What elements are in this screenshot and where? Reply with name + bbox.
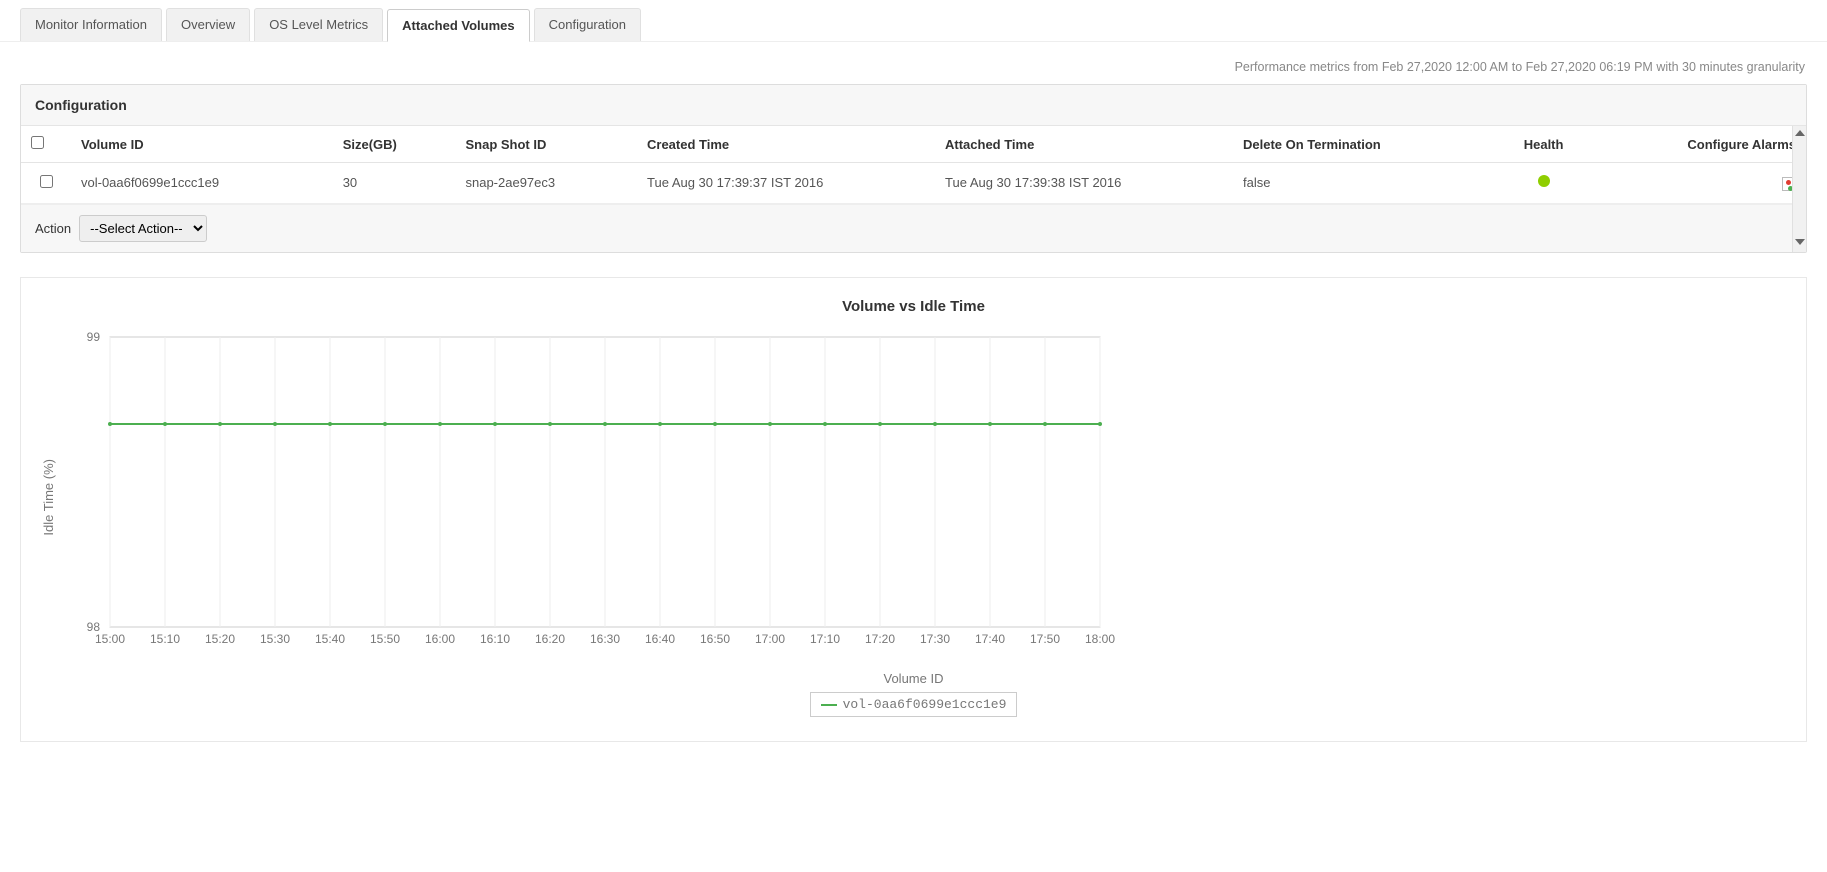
configuration-panel: Configuration Volume ID Size(GB) Snap Sh… — [20, 84, 1807, 253]
cell-created-time: Tue Aug 30 17:39:37 IST 2016 — [637, 163, 935, 204]
header-delete-on-termination: Delete On Termination — [1233, 126, 1494, 163]
svg-text:17:00: 17:00 — [755, 632, 785, 646]
header-checkbox-cell — [21, 126, 71, 163]
svg-text:16:30: 16:30 — [590, 632, 620, 646]
metrics-time-range: Performance metrics from Feb 27,2020 12:… — [0, 42, 1827, 84]
cell-volume-id: vol-0aa6f0699e1ccc1e9 — [71, 163, 333, 204]
chart-x-axis-label: Volume ID — [41, 671, 1786, 686]
tab-monitor-information[interactable]: Monitor Information — [20, 8, 162, 41]
svg-text:15:40: 15:40 — [315, 632, 345, 646]
cell-configure-alarms — [1593, 163, 1806, 204]
svg-text:15:50: 15:50 — [370, 632, 400, 646]
select-all-checkbox[interactable] — [31, 136, 44, 149]
action-label: Action — [35, 221, 71, 236]
tab-os-level-metrics[interactable]: OS Level Metrics — [254, 8, 383, 41]
scroll-up-icon[interactable] — [1795, 130, 1805, 136]
chart-row: Idle Time (%) 15:0015:1015:2015:3015:401… — [41, 327, 1786, 667]
header-attached-time: Attached Time — [935, 126, 1233, 163]
svg-text:15:20: 15:20 — [205, 632, 235, 646]
cell-size: 30 — [333, 163, 456, 204]
svg-text:16:00: 16:00 — [425, 632, 455, 646]
header-health: Health — [1494, 126, 1593, 163]
header-configure-alarms: Configure Alarms — [1593, 126, 1806, 163]
chart-title: Volume vs Idle Time — [41, 298, 1786, 315]
idle-time-chart: 15:00 15:10 15:20 15:30 15:40 15:50 16:00 16:10… — [60, 327, 1120, 667]
svg-text:17:10: 17:10 — [810, 632, 840, 646]
volumes-table: Volume ID Size(GB) Snap Shot ID Created … — [21, 126, 1806, 204]
row-checkbox-cell — [21, 163, 71, 204]
chart-legend: vol-0aa6f0699e1ccc1e9 — [41, 692, 1786, 717]
svg-text:16:10: 16:10 — [480, 632, 510, 646]
svg-text:17:20: 17:20 — [865, 632, 895, 646]
header-snapshot-id: Snap Shot ID — [455, 126, 637, 163]
table-row: vol-0aa6f0699e1ccc1e9 30 snap-2ae97ec3 T… — [21, 163, 1806, 204]
volumes-table-wrap: Volume ID Size(GB) Snap Shot ID Created … — [21, 126, 1806, 252]
table-header-row: Volume ID Size(GB) Snap Shot ID Created … — [21, 126, 1806, 163]
action-row: Action --Select Action-- — [21, 204, 1806, 252]
tab-attached-volumes[interactable]: Attached Volumes — [387, 9, 529, 42]
svg-text:99: 99 — [87, 330, 101, 344]
cell-health — [1494, 163, 1593, 204]
table-scrollbar[interactable] — [1792, 126, 1806, 252]
scroll-down-icon[interactable] — [1795, 239, 1805, 245]
cell-attached-time: Tue Aug 30 17:39:38 IST 2016 — [935, 163, 1233, 204]
legend-item[interactable]: vol-0aa6f0699e1ccc1e9 — [810, 692, 1018, 717]
chart-y-axis-label: Idle Time (%) — [41, 459, 56, 536]
header-size: Size(GB) — [333, 126, 456, 163]
svg-text:17:30: 17:30 — [920, 632, 950, 646]
tab-overview[interactable]: Overview — [166, 8, 250, 41]
svg-text:15:30: 15:30 — [260, 632, 290, 646]
header-created-time: Created Time — [637, 126, 935, 163]
cell-snapshot-id: snap-2ae97ec3 — [455, 163, 637, 204]
svg-text:17:50: 17:50 — [1030, 632, 1060, 646]
tab-configuration[interactable]: Configuration — [534, 8, 641, 41]
row-checkbox[interactable] — [40, 175, 53, 188]
svg-text:15:00: 15:00 — [95, 632, 125, 646]
legend-label: vol-0aa6f0699e1ccc1e9 — [843, 697, 1007, 712]
health-status-icon — [1538, 175, 1550, 187]
action-select[interactable]: --Select Action-- — [79, 215, 207, 242]
tabs-container: Monitor Information Overview OS Level Me… — [0, 0, 1827, 42]
svg-text:16:20: 16:20 — [535, 632, 565, 646]
chart-panel: Volume vs Idle Time Idle Time (%) 15:001… — [20, 277, 1807, 742]
svg-text:18:00: 18:00 — [1085, 632, 1115, 646]
panel-title: Configuration — [21, 85, 1806, 126]
cell-delete-on-termination: false — [1233, 163, 1494, 204]
svg-text:16:40: 16:40 — [645, 632, 675, 646]
svg-text:98: 98 — [87, 620, 101, 634]
svg-text:15:10: 15:10 — [150, 632, 180, 646]
svg-text:17:40: 17:40 — [975, 632, 1005, 646]
legend-swatch-icon — [821, 704, 837, 706]
svg-text:16:50: 16:50 — [700, 632, 730, 646]
header-volume-id: Volume ID — [71, 126, 333, 163]
